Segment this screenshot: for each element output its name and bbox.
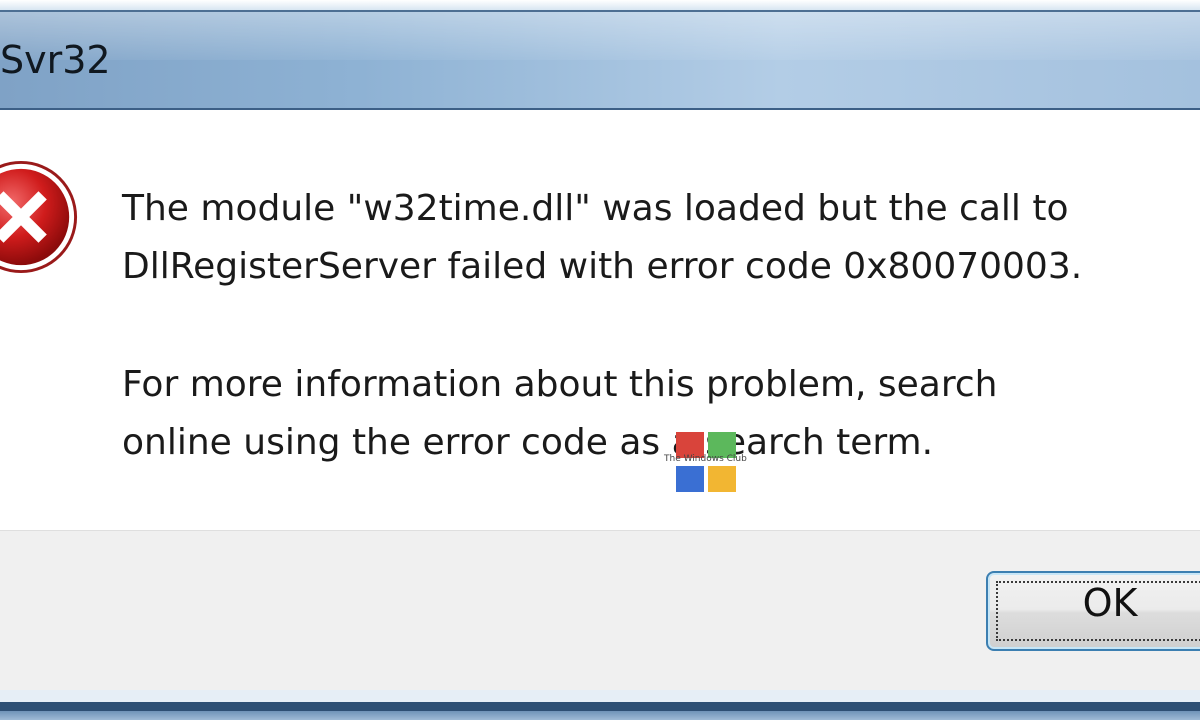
dialog-footer: OK xyxy=(0,530,1200,691)
error-dialog: Svr32 The module "w32time.dll" was loade… xyxy=(0,0,1200,720)
ok-button[interactable]: OK xyxy=(986,571,1200,651)
title-bar[interactable]: Svr32 xyxy=(0,10,1200,110)
error-icon xyxy=(0,160,78,274)
message-line-2: DllRegisterServer failed with error code… xyxy=(122,246,1083,287)
watermark-logo: The Windows Club xyxy=(664,432,774,494)
window-bottom-frame xyxy=(0,690,1200,720)
help-message: For more information about this problem,… xyxy=(122,356,997,472)
message-line-3: For more information about this problem,… xyxy=(122,364,998,405)
message-line-4: online using the error code as a search … xyxy=(122,422,934,463)
logo-square-yellow xyxy=(708,466,736,492)
ok-button-label: OK xyxy=(1082,581,1138,625)
error-message: The module "w32time.dll" was loaded but … xyxy=(122,180,1082,296)
message-line-1: The module "w32time.dll" was loaded but … xyxy=(122,188,1069,229)
window-top-edge xyxy=(0,0,1200,10)
watermark-text: The Windows Club xyxy=(664,454,747,464)
window-title: Svr32 xyxy=(0,38,111,82)
logo-square-blue xyxy=(676,466,704,492)
